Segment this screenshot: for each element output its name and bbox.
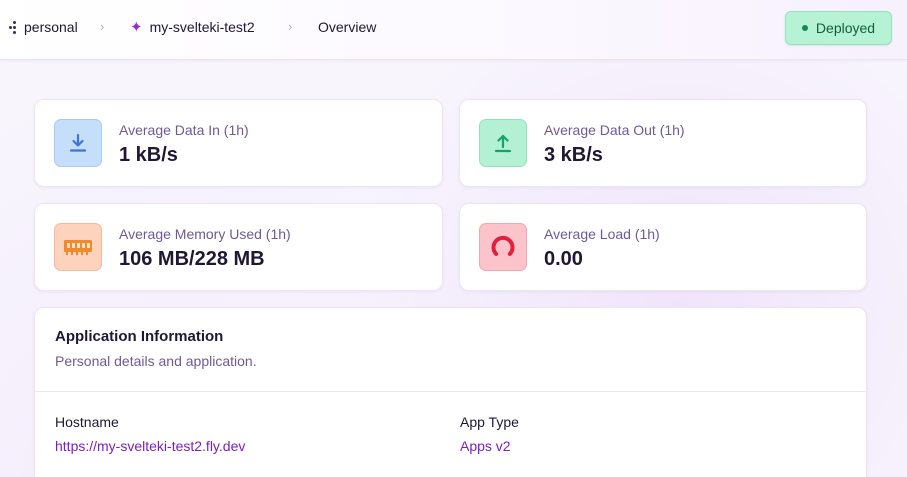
app-info-card: Application Information Personal details… <box>34 307 867 477</box>
org-icon <box>8 20 22 34</box>
app-info-subtitle: Personal details and application. <box>55 353 257 369</box>
breadcrumb-app-label: my-svelteki-test2 <box>149 19 255 35</box>
breadcrumb-page: Overview <box>318 19 376 35</box>
stat-label: Average Data Out (1h) <box>544 122 685 138</box>
stat-label: Average Load (1h) <box>544 226 660 242</box>
hostname-link[interactable]: https://my-svelteki-test2.fly.dev <box>55 438 245 454</box>
app-type-value: Apps v2 <box>460 438 511 454</box>
breadcrumb-org[interactable]: personal <box>8 19 78 35</box>
breadcrumb-org-label: personal <box>24 19 78 35</box>
stat-value: 106 MB/228 MB <box>119 248 265 270</box>
divider <box>35 391 866 392</box>
app-info-title: Application Information <box>55 328 224 345</box>
chevron-right-icon: › <box>100 19 105 34</box>
stat-label: Average Memory Used (1h) <box>119 226 291 242</box>
status-badge: Deployed <box>785 11 892 45</box>
stat-value: 0.00 <box>544 248 583 270</box>
sparkle-icon: ✦ <box>130 18 143 36</box>
status-badge-label: Deployed <box>815 20 876 36</box>
field-label-hostname: Hostname <box>55 414 119 430</box>
stat-card-data-in: Average Data In (1h) 1 kB/s <box>34 99 443 187</box>
chevron-right-icon: › <box>288 19 293 34</box>
stat-value: 3 kB/s <box>544 144 603 166</box>
download-icon <box>54 119 102 167</box>
breadcrumb-page-label: Overview <box>318 19 377 35</box>
stat-card-data-out: Average Data Out (1h) 3 kB/s <box>459 99 867 187</box>
status-dot-icon <box>801 25 808 31</box>
stat-value: 1 kB/s <box>119 144 178 166</box>
breadcrumb-app[interactable]: ✦ my-svelteki-test2 <box>130 19 255 35</box>
field-label-app-type: App Type <box>460 414 519 430</box>
stat-label: Average Data In (1h) <box>119 122 249 138</box>
gauge-icon <box>479 223 527 271</box>
stat-card-memory: Average Memory Used (1h) 106 MB/228 MB <box>34 203 443 291</box>
top-bar: personal › ✦ my-svelteki-test2 › Overvie… <box>0 0 907 60</box>
upload-icon <box>479 119 527 167</box>
memory-icon <box>54 223 102 271</box>
stat-card-load: Average Load (1h) 0.00 <box>459 203 867 291</box>
